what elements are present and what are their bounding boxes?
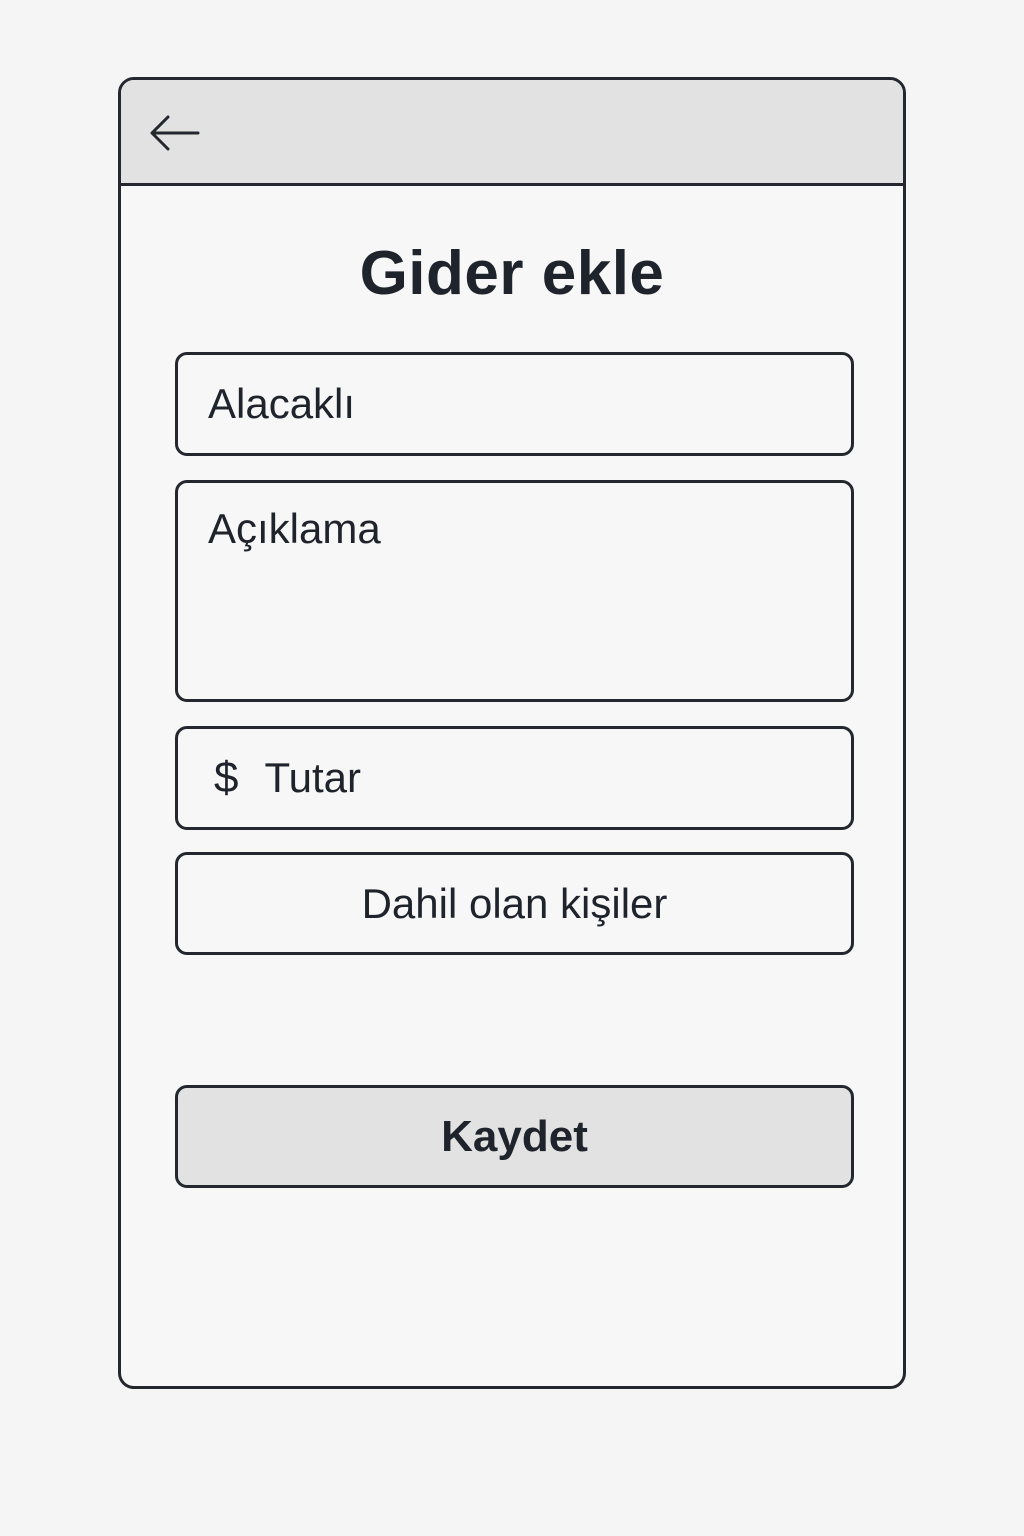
participants-label: Dahil olan kişiler bbox=[361, 879, 668, 927]
save-button-label: Kaydet bbox=[441, 1111, 588, 1161]
arrow-left-icon bbox=[150, 115, 200, 151]
amount-input[interactable] bbox=[264, 729, 821, 827]
description-field[interactable] bbox=[175, 480, 854, 702]
creditor-field[interactable] bbox=[175, 352, 854, 456]
amount-field[interactable]: $ bbox=[175, 726, 854, 830]
back-button[interactable] bbox=[145, 106, 203, 160]
page-title: Gider ekle bbox=[359, 239, 665, 308]
participants-selector[interactable]: Dahil olan kişiler bbox=[175, 852, 854, 955]
dollar-icon: $ bbox=[214, 753, 239, 802]
creditor-input[interactable] bbox=[208, 355, 821, 453]
top-app-bar bbox=[121, 80, 903, 186]
save-button[interactable]: Kaydet bbox=[175, 1085, 854, 1188]
app-frame: Gider ekle $ Dahil olan kişiler Kaydet bbox=[118, 77, 906, 1389]
description-input[interactable] bbox=[208, 505, 821, 677]
